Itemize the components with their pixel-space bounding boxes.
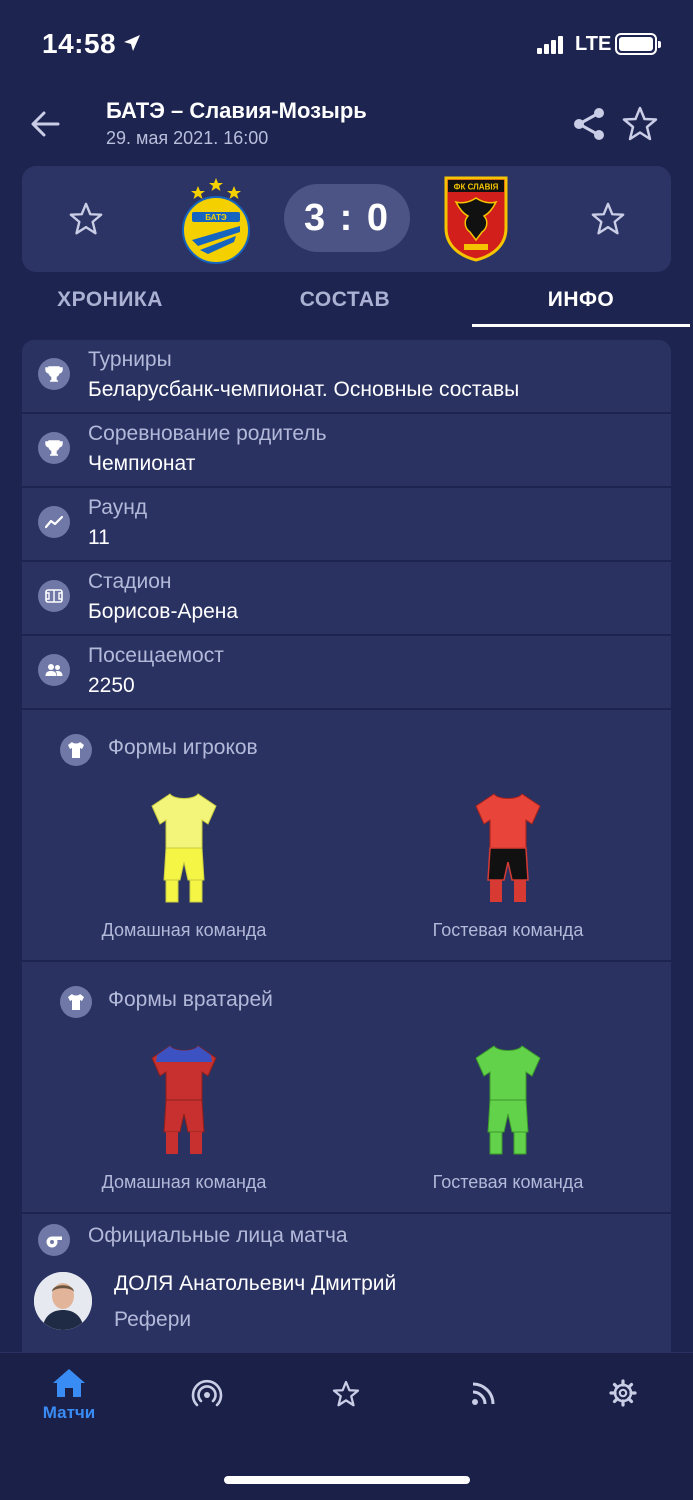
score-display: 3 : 0 <box>284 184 410 252</box>
info-row-parent-competition: Соревнование родитель Чемпионат <box>22 414 671 488</box>
tabbar-item-favorites[interactable] <box>306 1367 386 1437</box>
info-row-stadium: Стадион Борисов-Арена <box>22 562 671 636</box>
favorite-star-icon[interactable] <box>620 104 660 144</box>
player-kits-section: Формы игроков Домашная команда Гостевая … <box>22 712 671 962</box>
live-icon <box>191 1379 223 1407</box>
whistle-icon <box>38 1224 70 1256</box>
home-icon <box>53 1369 85 1397</box>
away-team-star-icon[interactable] <box>589 200 627 238</box>
match-officials-section: Официальные лица матча ДОЛЯ Анатольевич … <box>22 1214 671 1352</box>
tab-info[interactable]: ИНФО <box>511 288 651 312</box>
trend-icon <box>38 506 70 538</box>
home-player-kit <box>151 793 217 903</box>
home-team-logo[interactable]: БАТЭ <box>178 174 254 266</box>
location-arrow-icon <box>124 35 140 51</box>
info-label: Соревнование родитель <box>88 422 327 445</box>
match-title: БАТЭ – Славия-Мозырь <box>106 98 367 123</box>
home-gk-kit-caption: Домашная команда <box>101 1172 267 1192</box>
shirt-icon <box>60 986 92 1018</box>
away-kit-caption: Гостевая команда <box>432 920 584 940</box>
info-value: Борисов-Арена <box>88 600 239 623</box>
battery-icon <box>615 33 661 55</box>
shirt-icon <box>60 734 92 766</box>
people-icon <box>38 654 70 686</box>
match-tabs: ХРОНИКА СОСТАВ ИНФО <box>0 280 693 330</box>
match-date: 29. мая 2021. 16:00 <box>106 128 269 148</box>
info-row-round: Раунд 11 <box>22 488 671 562</box>
tabbar-item-settings[interactable] <box>583 1367 663 1437</box>
share-icon[interactable] <box>570 104 610 144</box>
tabbar-item-live[interactable] <box>167 1367 247 1437</box>
info-row-attendance: Посещаемост 2250 <box>22 636 671 710</box>
signal-icon <box>537 34 569 54</box>
stadium-icon <box>38 580 70 612</box>
info-row-tournaments: Турниры Беларусбанк-чемпионат. Основные … <box>22 340 671 414</box>
info-value: Чемпионат <box>88 452 196 475</box>
officials-title: Официальные лица матча <box>88 1224 348 1247</box>
info-value: 11 <box>88 526 110 549</box>
match-header: БАТЭ – Славия-Мозырь 29. мая 2021. 16:00 <box>0 90 693 160</box>
info-label: Раунд <box>88 496 148 519</box>
status-time: 14:58 <box>42 28 117 59</box>
player-kits-title: Формы игроков <box>108 736 258 759</box>
away-goalkeeper-kit <box>475 1045 541 1155</box>
tabbar-item-matches[interactable]: Матчи <box>29 1367 109 1437</box>
rss-icon <box>472 1382 495 1405</box>
info-content: Турниры Беларусбанк-чемпионат. Основные … <box>22 340 671 1352</box>
tabbar-label: Матчи <box>42 1403 96 1422</box>
tabbar-item-news[interactable] <box>444 1367 524 1437</box>
away-player-kit <box>475 793 541 902</box>
home-team-star-icon[interactable] <box>67 200 105 238</box>
active-tab-indicator <box>472 324 690 327</box>
goalkeeper-kits-section: Формы вратарей Домашная команда Гостевая… <box>22 964 671 1214</box>
gear-icon <box>609 1379 637 1407</box>
referee-avatar[interactable] <box>34 1272 92 1330</box>
info-value: 2250 <box>88 674 135 697</box>
tab-chronicle[interactable]: ХРОНИКА <box>40 288 180 312</box>
info-value: Беларусбанк-чемпионат. Основные составы <box>88 378 520 401</box>
star-icon <box>332 1380 360 1407</box>
status-bar: 14:58 LTE <box>0 0 693 90</box>
home-kit-caption: Домашная команда <box>101 920 267 940</box>
back-arrow-icon[interactable] <box>28 106 64 142</box>
info-label: Стадион <box>88 570 172 593</box>
svg-text:БАТЭ: БАТЭ <box>205 213 227 222</box>
svg-text:ФК СЛАВІЯ: ФК СЛАВІЯ <box>454 183 499 192</box>
away-gk-kit-caption: Гостевая команда <box>432 1172 584 1192</box>
trophy-icon <box>38 432 70 464</box>
referee-role: Рефери <box>114 1308 192 1331</box>
trophy-icon <box>38 358 70 390</box>
home-goalkeeper-kit <box>151 1045 217 1154</box>
tab-lineup[interactable]: СОСТАВ <box>275 288 415 312</box>
score-card: БАТЭ 3 : 0 ФК СЛАВІЯ <box>22 166 671 272</box>
referee-name: ДОЛЯ Анатольевич Дмитрий <box>114 1272 397 1295</box>
away-team-logo[interactable]: ФК СЛАВІЯ <box>442 174 510 262</box>
goalkeeper-kits-title: Формы вратарей <box>108 988 273 1011</box>
info-label: Посещаемост <box>88 644 224 667</box>
network-type: LTE <box>575 33 612 55</box>
home-indicator <box>224 1476 470 1484</box>
info-label: Турниры <box>88 348 172 371</box>
